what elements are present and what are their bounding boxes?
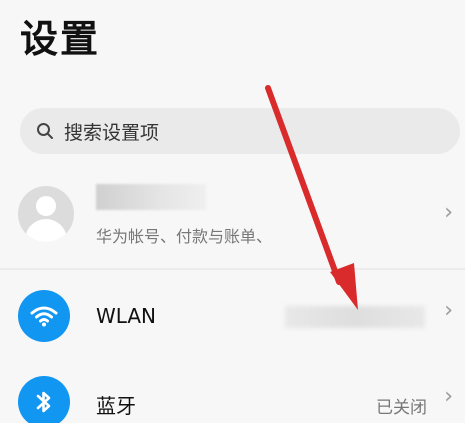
chevron-right-icon: ›	[444, 200, 453, 225]
settings-screen: 设置 搜索设置项 华为帐号、付款与账单、 › WLAN › 蓝牙 已关闭 ›	[0, 0, 465, 423]
account-subtitle: 华为帐号、付款与账单、	[96, 227, 273, 246]
chevron-right-icon: ›	[444, 298, 453, 323]
page-title: 设置	[20, 17, 101, 61]
wifi-icon	[18, 290, 70, 342]
divider	[0, 268, 465, 270]
search-bar[interactable]: 搜索设置项	[20, 108, 460, 154]
search-placeholder: 搜索设置项	[64, 121, 160, 144]
wlan-label: WLAN	[96, 304, 157, 328]
wlan-row[interactable]: WLAN ›	[0, 276, 465, 356]
account-row[interactable]: 华为帐号、付款与账单、 ›	[0, 170, 465, 262]
wlan-network-redacted	[285, 306, 425, 328]
bluetooth-icon	[18, 376, 70, 423]
search-icon	[36, 122, 54, 140]
bluetooth-label: 蓝牙	[96, 394, 136, 418]
bluetooth-status: 已关闭	[376, 398, 427, 418]
avatar-icon	[18, 186, 74, 242]
chevron-right-icon: ›	[444, 384, 453, 409]
account-name-redacted	[96, 184, 206, 210]
bluetooth-row[interactable]: 蓝牙 已关闭 ›	[0, 362, 465, 423]
